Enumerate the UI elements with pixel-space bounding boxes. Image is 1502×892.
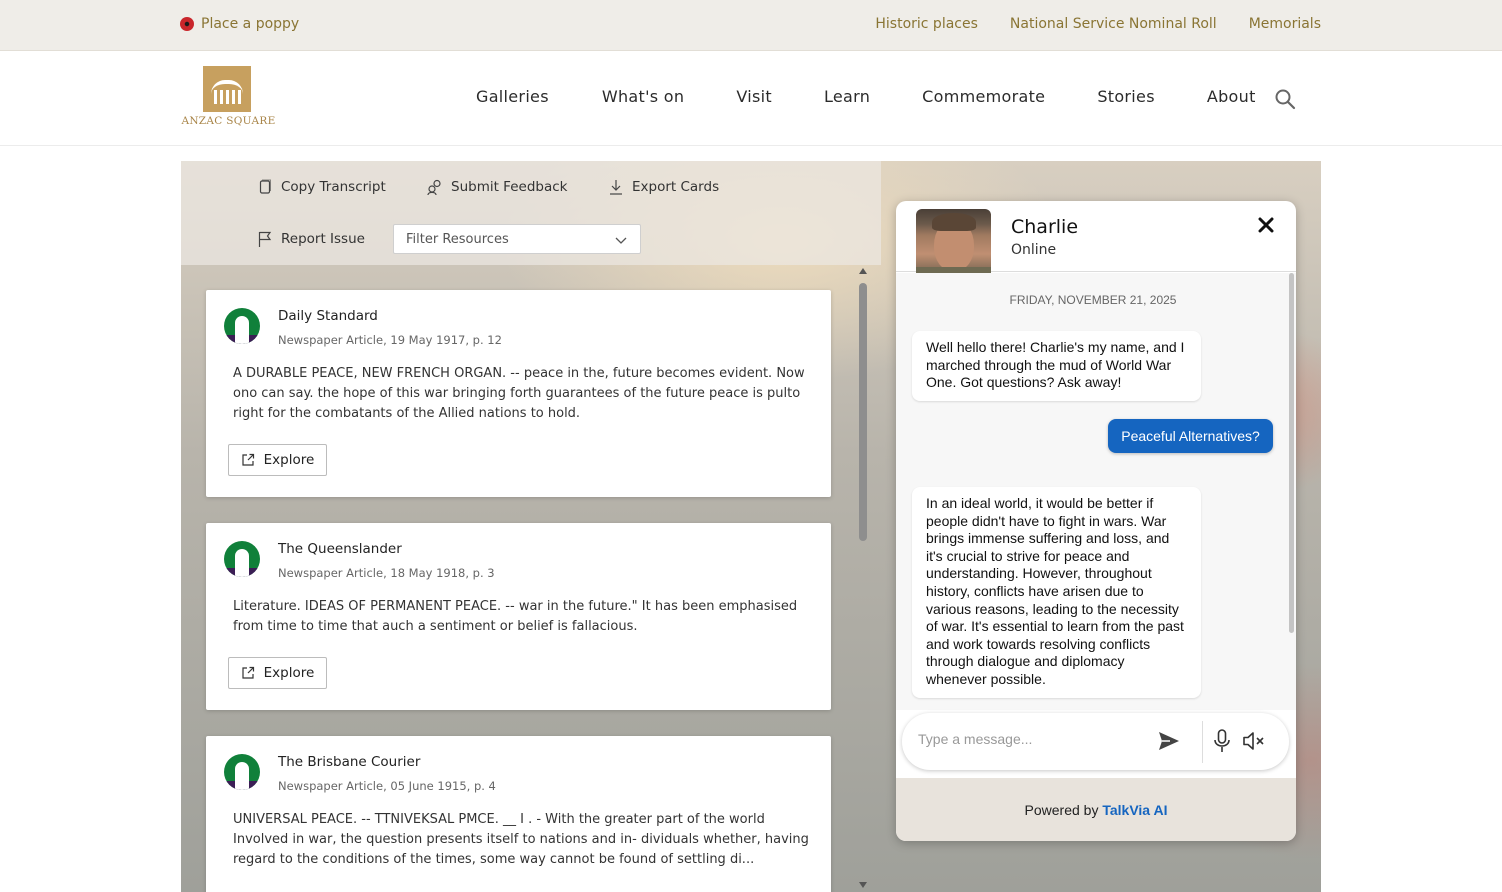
talkvia-brand-link[interactable]: TalkVia AI [1102,802,1167,818]
card-source: The Brisbane Courier [278,754,421,770]
trove-logo-icon [224,308,260,344]
copy-icon [259,179,271,194]
filter-resources-dropdown[interactable]: Filter Resources [393,224,641,254]
card-meta: Newspaper Article, 05 June 1915, p. 4 [278,779,496,793]
util-link-memorials[interactable]: Memorials [1249,16,1321,32]
card-meta: Newspaper Article, 19 May 1917, p. 12 [278,333,502,347]
nav-item-visit[interactable]: Visit [736,87,772,106]
scroll-down-arrow-icon[interactable] [859,882,867,888]
copy-transcript-button[interactable]: Copy Transcript [257,179,386,195]
explore-button[interactable]: Explore [228,657,327,689]
card-meta: Newspaper Article, 18 May 1918, p. 3 [278,566,495,580]
scrollbar-thumb[interactable] [859,283,867,541]
chat-input-bar [902,713,1289,770]
copy-transcript-label: Copy Transcript [281,179,386,195]
place-poppy-link[interactable]: Place a poppy [180,16,299,32]
logo-mark-icon [203,66,251,112]
trove-logo-icon [224,541,260,577]
chat-header: Charlie Online [896,201,1296,284]
external-link-icon [242,453,254,466]
filter-resources-placeholder: Filter Resources [406,232,509,247]
chat-message-input[interactable] [918,731,1138,747]
bot-message: Well hello there! Charlie's my name, and… [912,331,1201,401]
card-excerpt: A DURABLE PEACE, NEW FRENCH ORGAN. -- pe… [233,366,805,421]
close-icon[interactable] [1256,215,1276,235]
resources-toolbar: Copy Transcript Submit Feedback Export C… [181,161,881,265]
nav-item-stories[interactable]: Stories [1097,87,1155,106]
chat-messages: FRIDAY, NOVEMBER 21, 2025 Well hello the… [896,273,1296,710]
send-icon[interactable] [1158,730,1180,752]
poppy-icon [180,17,194,31]
nav-item-galleries[interactable]: Galleries [476,87,549,106]
search-icon[interactable] [1274,88,1296,110]
chat-agent-status: Online [1011,242,1057,258]
nav-item-about[interactable]: About [1207,87,1256,106]
main-navigation: ANZAC SQUARE Galleries What's on Visit L… [0,51,1502,146]
trove-logo-icon [224,754,260,790]
export-cards-label: Export Cards [632,179,720,195]
nav-items: Galleries What's on Visit Learn Commemor… [476,87,1256,106]
microphone-icon[interactable] [1213,729,1231,753]
bot-message: In an ideal world, it would be better if… [912,487,1201,698]
speaker-muted-icon[interactable] [1242,730,1266,752]
card-source: Daily Standard [278,308,378,324]
submit-feedback-label: Submit Feedback [451,179,568,195]
util-link-historic-places[interactable]: Historic places [875,16,978,32]
explore-label: Explore [263,452,315,468]
download-icon [610,180,622,195]
resource-card: The Brisbane Courier Newspaper Article, … [206,736,831,892]
explore-button[interactable]: Explore [228,444,327,476]
chat-footer: Powered by TalkVia AI [896,778,1296,841]
chat-agent-name: Charlie [1011,216,1079,238]
explore-label: Explore [263,665,315,681]
input-divider [1202,721,1203,763]
submit-feedback-button[interactable]: Submit Feedback [427,179,567,195]
cards-scrollbar[interactable] [858,268,868,892]
chevron-down-icon [615,237,627,244]
chat-date: FRIDAY, NOVEMBER 21, 2025 [1009,293,1177,307]
card-excerpt: UNIVERSAL PEACE. -- TTNIVEKSAL PMCE. __ … [233,812,809,867]
chat-widget: Charlie Online FRIDAY, NOVEMBER 21, 2025… [896,201,1296,841]
card-excerpt: Literature. IDEAS OF PERMANENT PEACE. --… [233,599,798,634]
utility-bar: Place a poppy Historic places National S… [0,0,1502,51]
nav-item-learn[interactable]: Learn [824,87,870,106]
report-issue-button[interactable]: Report Issue [257,231,365,247]
chat-scrollbar-thumb[interactable] [1289,273,1294,633]
flag-icon [258,231,272,247]
report-issue-label: Report Issue [281,231,365,247]
scroll-up-arrow-icon[interactable] [859,268,867,274]
export-cards-button[interactable]: Export Cards [608,179,719,195]
resource-card: The Queenslander Newspaper Article, 18 M… [206,523,831,710]
user-message[interactable]: Peaceful Alternatives? [1108,419,1273,453]
resource-card: Daily Standard Newspaper Article, 19 May… [206,290,831,497]
util-link-nominal-roll[interactable]: National Service Nominal Roll [1010,16,1217,32]
nav-item-whats-on[interactable]: What's on [602,87,685,106]
external-link-icon [242,666,254,679]
nav-item-commemorate[interactable]: Commemorate [922,87,1045,106]
utility-links: Historic places National Service Nominal… [875,16,1321,32]
site-logo[interactable]: ANZAC SQUARE [181,66,276,132]
place-poppy-label: Place a poppy [201,16,300,32]
logo-text: ANZAC SQUARE [181,115,276,127]
powered-by-label: Powered by [1024,802,1099,818]
card-source: The Queenslander [278,541,402,557]
chat-scrollbar[interactable] [1289,273,1294,710]
feedback-icon [427,179,441,195]
